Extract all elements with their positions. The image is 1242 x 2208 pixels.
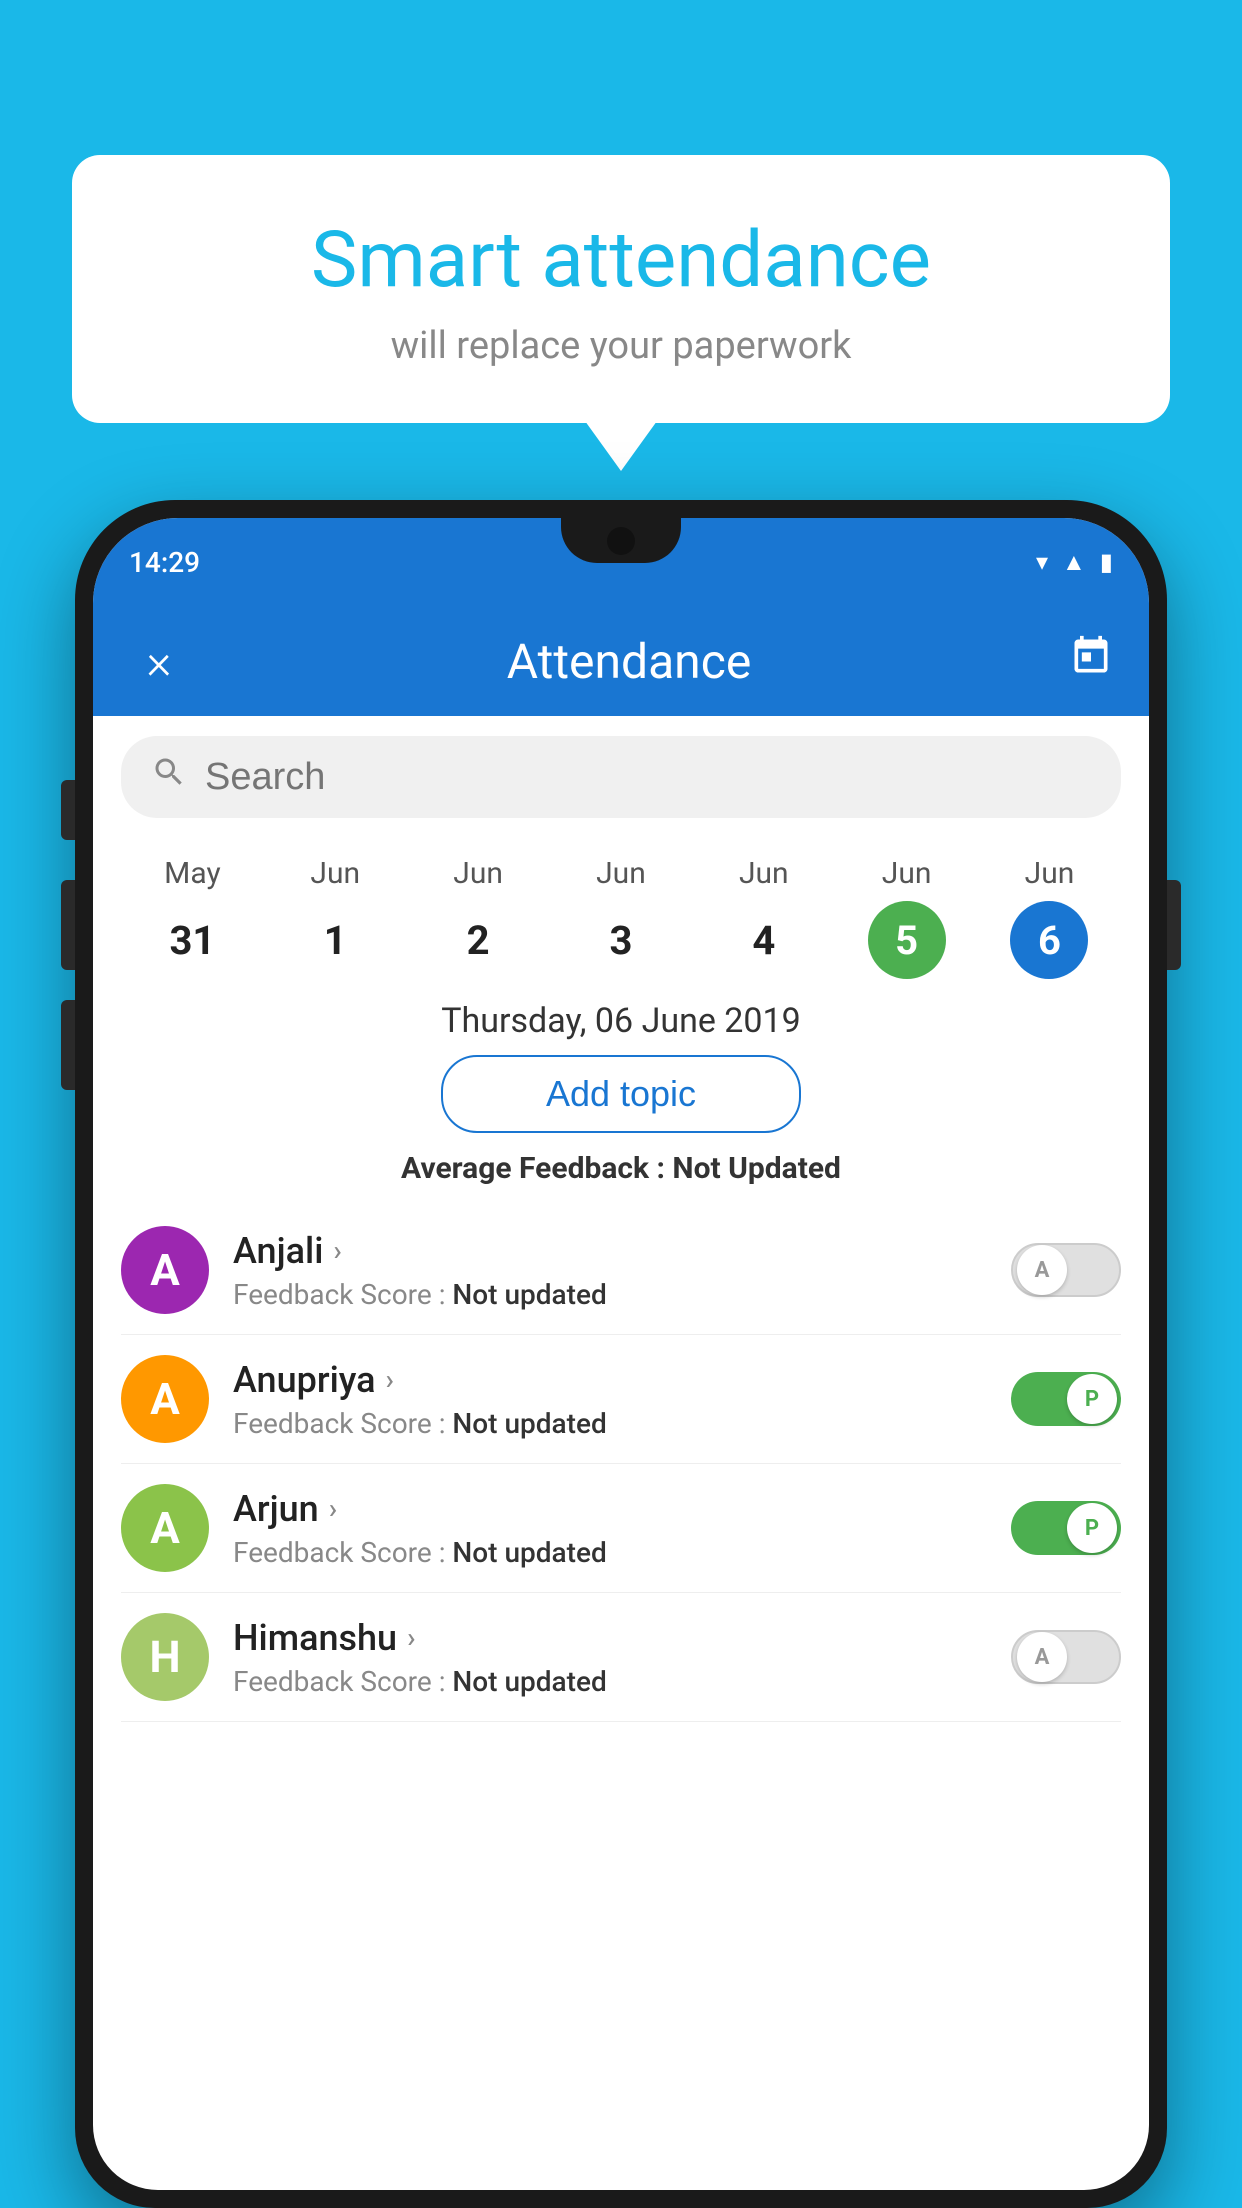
cal-date-label: 2 — [439, 901, 517, 979]
cal-date-label: 5 — [868, 901, 946, 979]
attendance-toggle[interactable]: P — [1011, 1372, 1121, 1426]
cal-month-label: Jun — [453, 856, 503, 891]
phone-btn-vol-down — [61, 1000, 75, 1090]
attendance-toggle[interactable]: A — [1011, 1243, 1121, 1297]
avg-feedback-value: Not Updated — [672, 1151, 841, 1186]
feedback-score: Feedback Score : Not updated — [233, 1536, 987, 1569]
search-input[interactable] — [205, 756, 1091, 799]
phone-frame: 14:29 ▾ ▲ ▮ × Attendance — [75, 500, 1167, 2208]
cal-month-label: May — [164, 856, 220, 891]
cal-month-label: Jun — [882, 856, 932, 891]
toggle-knob: P — [1067, 1503, 1117, 1553]
student-avatar: H — [121, 1613, 209, 1701]
attendance-toggle[interactable]: P — [1011, 1501, 1121, 1555]
chevron-icon: › — [333, 1234, 341, 1267]
cal-month-label: Jun — [1025, 856, 1075, 891]
feedback-score: Feedback Score : Not updated — [233, 1407, 987, 1440]
status-time: 14:29 — [129, 546, 200, 579]
calendar-day[interactable]: Jun 6 — [1010, 856, 1088, 979]
student-avatar: A — [121, 1355, 209, 1443]
student-info: Himanshu › Feedback Score : Not updated — [233, 1617, 987, 1698]
attendance-toggle[interactable]: A — [1011, 1630, 1121, 1684]
calendar-day[interactable]: Jun 2 — [439, 856, 517, 979]
camera — [607, 527, 635, 555]
cal-date-label: 31 — [153, 901, 231, 979]
signal-icon: ▲ — [1062, 548, 1086, 577]
chevron-icon: › — [329, 1492, 337, 1525]
student-avatar: A — [121, 1484, 209, 1572]
add-topic-button[interactable]: Add topic — [441, 1055, 801, 1133]
phone-btn-vol-up — [61, 880, 75, 970]
calendar-day[interactable]: May 31 — [153, 856, 231, 979]
wifi-icon: ▾ — [1036, 548, 1048, 576]
student-info: Anjali › Feedback Score : Not updated — [233, 1230, 987, 1311]
student-name: Anjali › — [233, 1230, 987, 1272]
student-item[interactable]: A Arjun › Feedback Score : Not updated P — [121, 1464, 1121, 1593]
cal-month-label: Jun — [310, 856, 360, 891]
student-avatar: A — [121, 1226, 209, 1314]
chevron-icon: › — [407, 1621, 415, 1654]
app-bar-title: Attendance — [189, 633, 1069, 690]
calendar-day[interactable]: Jun 3 — [582, 856, 660, 979]
calendar-day[interactable]: Jun 5 — [868, 856, 946, 979]
student-name: Himanshu › — [233, 1617, 987, 1659]
selected-date-label: Thursday, 06 June 2019 — [93, 1001, 1149, 1041]
cal-date-label: 3 — [582, 901, 660, 979]
calendar-day[interactable]: Jun 1 — [296, 856, 374, 979]
phone-screen: 14:29 ▾ ▲ ▮ × Attendance — [93, 518, 1149, 2190]
chevron-icon: › — [386, 1363, 394, 1396]
student-info: Arjun › Feedback Score : Not updated — [233, 1488, 987, 1569]
bubble-subtitle: will replace your paperwork — [132, 324, 1110, 368]
cal-date-label: 6 — [1010, 901, 1088, 979]
close-button[interactable]: × — [129, 633, 189, 690]
calendar-strip: May 31 Jun 1 Jun 2 Jun 3 Jun 4 Jun 5 Jun 6 — [93, 838, 1149, 979]
calendar-icon[interactable] — [1069, 634, 1113, 689]
student-item[interactable]: H Himanshu › Feedback Score : Not updated A — [121, 1593, 1121, 1722]
avg-feedback: Average Feedback : Not Updated — [93, 1151, 1149, 1186]
student-name: Arjun › — [233, 1488, 987, 1530]
notch — [561, 518, 681, 563]
feedback-score: Feedback Score : Not updated — [233, 1278, 987, 1311]
student-name: Anupriya › — [233, 1359, 987, 1401]
student-info: Anupriya › Feedback Score : Not updated — [233, 1359, 987, 1440]
app-bar: × Attendance — [93, 606, 1149, 716]
student-item[interactable]: A Anjali › Feedback Score : Not updated A — [121, 1206, 1121, 1335]
avg-feedback-label: Average Feedback : — [401, 1151, 672, 1186]
feedback-score: Feedback Score : Not updated — [233, 1665, 987, 1698]
search-bar[interactable] — [121, 736, 1121, 818]
cal-date-label: 4 — [725, 901, 803, 979]
status-icons: ▾ ▲ ▮ — [1036, 548, 1113, 577]
cal-month-label: Jun — [739, 856, 789, 891]
toggle-knob: A — [1017, 1632, 1067, 1682]
student-item[interactable]: A Anupriya › Feedback Score : Not updated P — [121, 1335, 1121, 1464]
search-icon — [151, 754, 187, 800]
phone-btn-silent — [61, 780, 75, 840]
bubble-title: Smart attendance — [132, 215, 1110, 306]
toggle-knob: A — [1017, 1245, 1067, 1295]
speech-bubble: Smart attendance will replace your paper… — [72, 155, 1170, 423]
toggle-knob: P — [1067, 1374, 1117, 1424]
calendar-day[interactable]: Jun 4 — [725, 856, 803, 979]
phone-btn-power — [1167, 880, 1181, 970]
status-bar: 14:29 ▾ ▲ ▮ — [93, 518, 1149, 606]
cal-date-label: 1 — [296, 901, 374, 979]
cal-month-label: Jun — [596, 856, 646, 891]
battery-icon: ▮ — [1100, 548, 1113, 576]
student-list: AAnjali ›Feedback Score : Not updatedAAA… — [93, 1206, 1149, 1722]
